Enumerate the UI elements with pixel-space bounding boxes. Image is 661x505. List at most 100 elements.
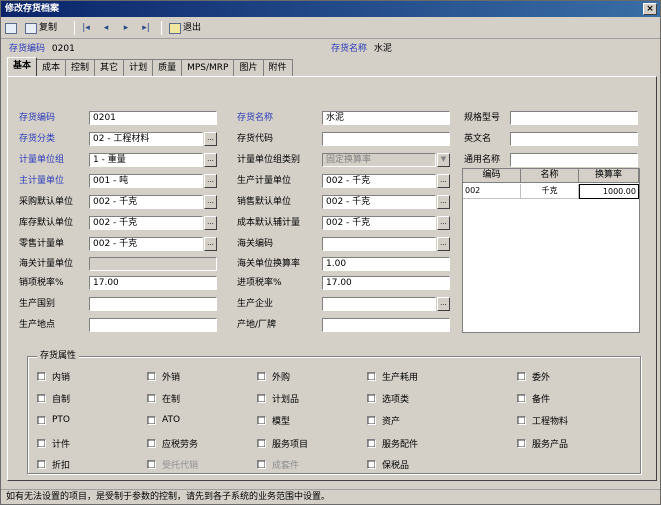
common-name-label: 通用名称 — [464, 155, 501, 165]
cost-unit-field[interactable]: 002 - 千克 — [322, 216, 436, 230]
sales-unit-field[interactable]: 002 - 千克 — [322, 195, 436, 209]
grid-header-name[interactable]: 名称 — [521, 169, 579, 183]
stock-unit-field[interactable]: 002 - 千克 — [89, 216, 203, 230]
chevron-down-icon[interactable]: ▼ — [437, 153, 450, 167]
checkbox-service-item[interactable]: 服务项目 — [257, 437, 308, 450]
cost-unit-label: 成本默认辅计量 — [237, 218, 301, 228]
grid-header-code[interactable]: 编码 — [463, 169, 521, 183]
exit-button[interactable]: 退出 — [169, 20, 201, 36]
customs-code-ref-button[interactable]: ... — [437, 237, 450, 251]
inv-class-ref-button[interactable]: ... — [204, 132, 217, 146]
checkbox-label: 外销 — [162, 372, 181, 383]
toolbar-separator — [74, 21, 75, 35]
customs-code-field[interactable] — [322, 237, 436, 251]
checkbox-asset[interactable]: 资产 — [367, 414, 400, 427]
checkbox-label: 内销 — [52, 372, 71, 383]
retail-unit-ref-button[interactable]: ... — [204, 237, 217, 251]
checkbox-consignment[interactable]: 受托代销 — [147, 458, 198, 471]
checkbox-bonded[interactable]: 保税品 — [367, 458, 409, 471]
tab-image[interactable]: 图片 — [233, 59, 264, 76]
table-row[interactable]: 002 千克 1000.00 — [463, 184, 639, 199]
tab-plan[interactable]: 计划 — [123, 59, 154, 76]
purchase-unit-field[interactable]: 002 - 千克 — [89, 195, 203, 209]
grid-cell-rate[interactable]: 1000.00 — [579, 184, 639, 199]
inv-class-field[interactable]: 02 - 工程材料 — [89, 132, 203, 146]
inv-code2-field[interactable] — [322, 132, 450, 146]
retail-unit-field[interactable]: 002 - 千克 — [89, 237, 203, 251]
checkbox-model[interactable]: 模型 — [257, 414, 291, 427]
copy-button[interactable]: 复制 — [25, 20, 57, 36]
common-name-field[interactable] — [510, 153, 638, 167]
checkbox-taxable-service[interactable]: 应税劳务 — [147, 437, 198, 450]
checkbox-spare-part[interactable]: 备件 — [517, 392, 550, 405]
main-unit-field[interactable]: 001 - 吨 — [89, 174, 203, 188]
tab-cost[interactable]: 成本 — [36, 59, 67, 76]
main-unit-ref-button[interactable]: ... — [204, 174, 217, 188]
checkbox-purchased[interactable]: 外购 — [257, 370, 290, 383]
unit-group-ref-button[interactable]: ... — [204, 153, 217, 167]
cost-unit-ref-button[interactable]: ... — [437, 216, 450, 230]
tab-other[interactable]: 其它 — [94, 59, 125, 76]
place-label: 生产地点 — [19, 320, 56, 330]
last-record-button[interactable]: ▸| — [141, 20, 151, 36]
customs-unit-field[interactable] — [89, 257, 217, 271]
checkbox-piece-count[interactable]: 计件 — [37, 437, 71, 450]
inv-name-field[interactable]: 水泥 — [322, 111, 450, 125]
checkbox-planned[interactable]: 计划品 — [257, 392, 299, 405]
tab-basic[interactable]: 基本 — [7, 57, 38, 76]
prev-record-button[interactable]: ◂ — [101, 20, 111, 36]
unit-conversion-grid[interactable]: 编码 名称 换算率 002 千克 1000.00 — [462, 168, 640, 333]
checkbox-option-class[interactable]: 选项类 — [367, 392, 409, 405]
checkbox-engineering-material[interactable]: 工程物料 — [517, 414, 568, 427]
checkbox-export-sale[interactable]: 外销 — [147, 370, 181, 383]
stock-unit-label: 库存默认单位 — [19, 218, 74, 228]
eng-name-field[interactable] — [510, 132, 638, 146]
checkbox-box — [37, 415, 46, 425]
checkbox-pto[interactable]: PTO — [37, 414, 70, 426]
stock-unit-ref-button[interactable]: ... — [204, 216, 217, 230]
checkbox-domestic-sale[interactable]: 内销 — [37, 370, 71, 383]
sales-tax-field[interactable]: 17.00 — [89, 276, 217, 290]
checkbox-service-part[interactable]: 服务配件 — [367, 437, 418, 450]
place-field[interactable] — [89, 318, 217, 332]
sales-unit-ref-button[interactable]: ... — [437, 195, 450, 209]
tab-quality[interactable]: 质量 — [152, 59, 183, 76]
manufacturer-field[interactable] — [322, 297, 436, 311]
checkbox-label: 计件 — [52, 439, 71, 450]
purchase-tax-field[interactable]: 17.00 — [322, 276, 450, 290]
checkbox-box — [257, 371, 266, 381]
prod-unit-field[interactable]: 002 - 千克 — [322, 174, 436, 188]
title-bar: 修改存货档案 × — [1, 1, 660, 17]
next-record-button[interactable]: ▸ — [121, 20, 131, 36]
purchase-unit-ref-button[interactable]: ... — [204, 195, 217, 209]
customs-rate-field[interactable]: 1.00 — [322, 257, 450, 271]
checkbox-label: 模型 — [272, 416, 291, 427]
spec-field[interactable] — [510, 111, 638, 125]
prod-unit-ref-button[interactable]: ... — [437, 174, 450, 188]
unit-group-type-select[interactable]: 固定换算率 — [322, 153, 436, 167]
checkbox-in-process[interactable]: 在制 — [147, 392, 180, 405]
tab-control[interactable]: 控制 — [65, 59, 96, 76]
checkbox-label: ATO — [162, 415, 181, 425]
first-record-button[interactable]: |◂ — [81, 20, 91, 36]
checkbox-outsourced[interactable]: 委外 — [517, 370, 550, 383]
tab-attachment[interactable]: 附件 — [262, 59, 293, 76]
checkbox-ato[interactable]: ATO — [147, 414, 180, 426]
unit-group-field[interactable]: 1 - 重量 — [89, 153, 203, 167]
checkbox-kit[interactable]: 成套件 — [257, 458, 299, 471]
checkbox-service-product[interactable]: 服务产品 — [517, 437, 568, 450]
checkbox-self-made[interactable]: 自制 — [37, 392, 70, 405]
close-button[interactable]: × — [643, 3, 657, 15]
grid-header-rate[interactable]: 换算率 — [579, 169, 639, 183]
checkbox-box — [367, 371, 376, 381]
spec-label: 规格型号 — [464, 113, 501, 123]
producer-field[interactable] — [322, 318, 450, 332]
save-button[interactable] — [5, 20, 17, 36]
window-title: 修改存货档案 — [5, 4, 60, 14]
checkbox-discount[interactable]: 折扣 — [37, 458, 70, 471]
origin-field[interactable] — [89, 297, 217, 311]
checkbox-production-use[interactable]: 生产耗用 — [367, 370, 418, 383]
manufacturer-ref-button[interactable]: ... — [437, 297, 450, 311]
tab-mps-mrp[interactable]: MPS/MRP — [181, 59, 235, 76]
inv-code-field[interactable]: 0201 — [89, 111, 217, 125]
